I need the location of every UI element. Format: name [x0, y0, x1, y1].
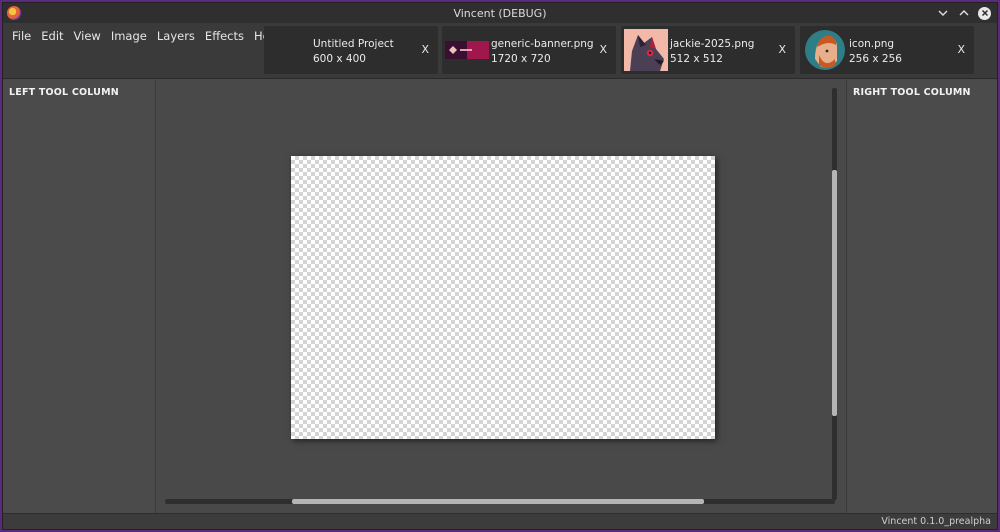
close-window-button[interactable]: [978, 6, 991, 20]
tab-size: 1720 x 720: [491, 53, 551, 65]
character-portrait-thumbnail: [624, 29, 668, 71]
menu-edit[interactable]: Edit: [36, 27, 68, 45]
minimize-button[interactable]: [936, 7, 949, 20]
tab-close-button[interactable]: X: [957, 43, 965, 56]
banner-thumbnail: [445, 41, 489, 59]
menu-effects[interactable]: Effects: [200, 27, 249, 45]
canvas-viewport[interactable]: [157, 80, 845, 513]
project-tab-jackie-2025[interactable]: jackie-2025.png 512 x 512 X: [621, 26, 795, 74]
menu-bar: File Edit View Image Layers Effects Help: [7, 27, 285, 45]
tab-title: icon.png: [849, 38, 895, 50]
tab-close-button[interactable]: X: [778, 43, 786, 56]
vertical-scrollbar-thumb[interactable]: [832, 170, 837, 416]
left-column-title: LEFT TOOL COLUMN: [9, 87, 119, 98]
horizontal-scrollbar-thumb[interactable]: [292, 499, 704, 504]
menu-view[interactable]: View: [69, 27, 106, 45]
avatar-icon-thumbnail: [805, 30, 845, 70]
close-icon: [981, 9, 988, 17]
tab-title: jackie-2025.png: [670, 38, 755, 50]
chevron-down-icon: [938, 10, 947, 16]
project-tab-untitled[interactable]: Untitled Project 600 x 400 X: [264, 26, 438, 74]
right-tool-column: RIGHT TOOL COLUMN: [846, 80, 997, 513]
window-title: Vincent (DEBUG): [453, 6, 547, 20]
menu-file[interactable]: File: [7, 27, 36, 45]
maximize-button[interactable]: [957, 7, 970, 20]
tab-size: 256 x 256: [849, 53, 902, 65]
menu-layers[interactable]: Layers: [152, 27, 200, 45]
version-label: Vincent 0.1.0_prealpha: [881, 516, 991, 527]
tab-size: 600 x 400: [313, 53, 366, 65]
project-tab-generic-banner[interactable]: generic-banner.png 1720 x 720 X: [442, 26, 616, 74]
app-window: Vincent (DEBUG) File Edit View Image Lay…: [2, 2, 998, 530]
project-tab-icon[interactable]: icon.png 256 x 256 X: [800, 26, 974, 74]
tab-close-button[interactable]: X: [421, 43, 429, 56]
tab-size: 512 x 512: [670, 53, 723, 65]
tab-close-button[interactable]: X: [599, 43, 607, 56]
tab-title: Untitled Project: [313, 38, 394, 50]
app-logo-icon: [7, 6, 21, 20]
left-tool-column: LEFT TOOL COLUMN: [3, 80, 156, 513]
right-column-title: RIGHT TOOL COLUMN: [853, 87, 971, 98]
image-canvas[interactable]: [291, 156, 715, 439]
chevron-up-icon: [959, 10, 968, 16]
status-bar: Vincent 0.1.0_prealpha: [3, 513, 997, 529]
menu-image[interactable]: Image: [106, 27, 152, 45]
window-controls: [936, 3, 991, 23]
header-bar: File Edit View Image Layers Effects Help…: [3, 23, 997, 79]
tab-title: generic-banner.png: [491, 38, 594, 50]
title-bar[interactable]: Vincent (DEBUG): [3, 3, 997, 23]
